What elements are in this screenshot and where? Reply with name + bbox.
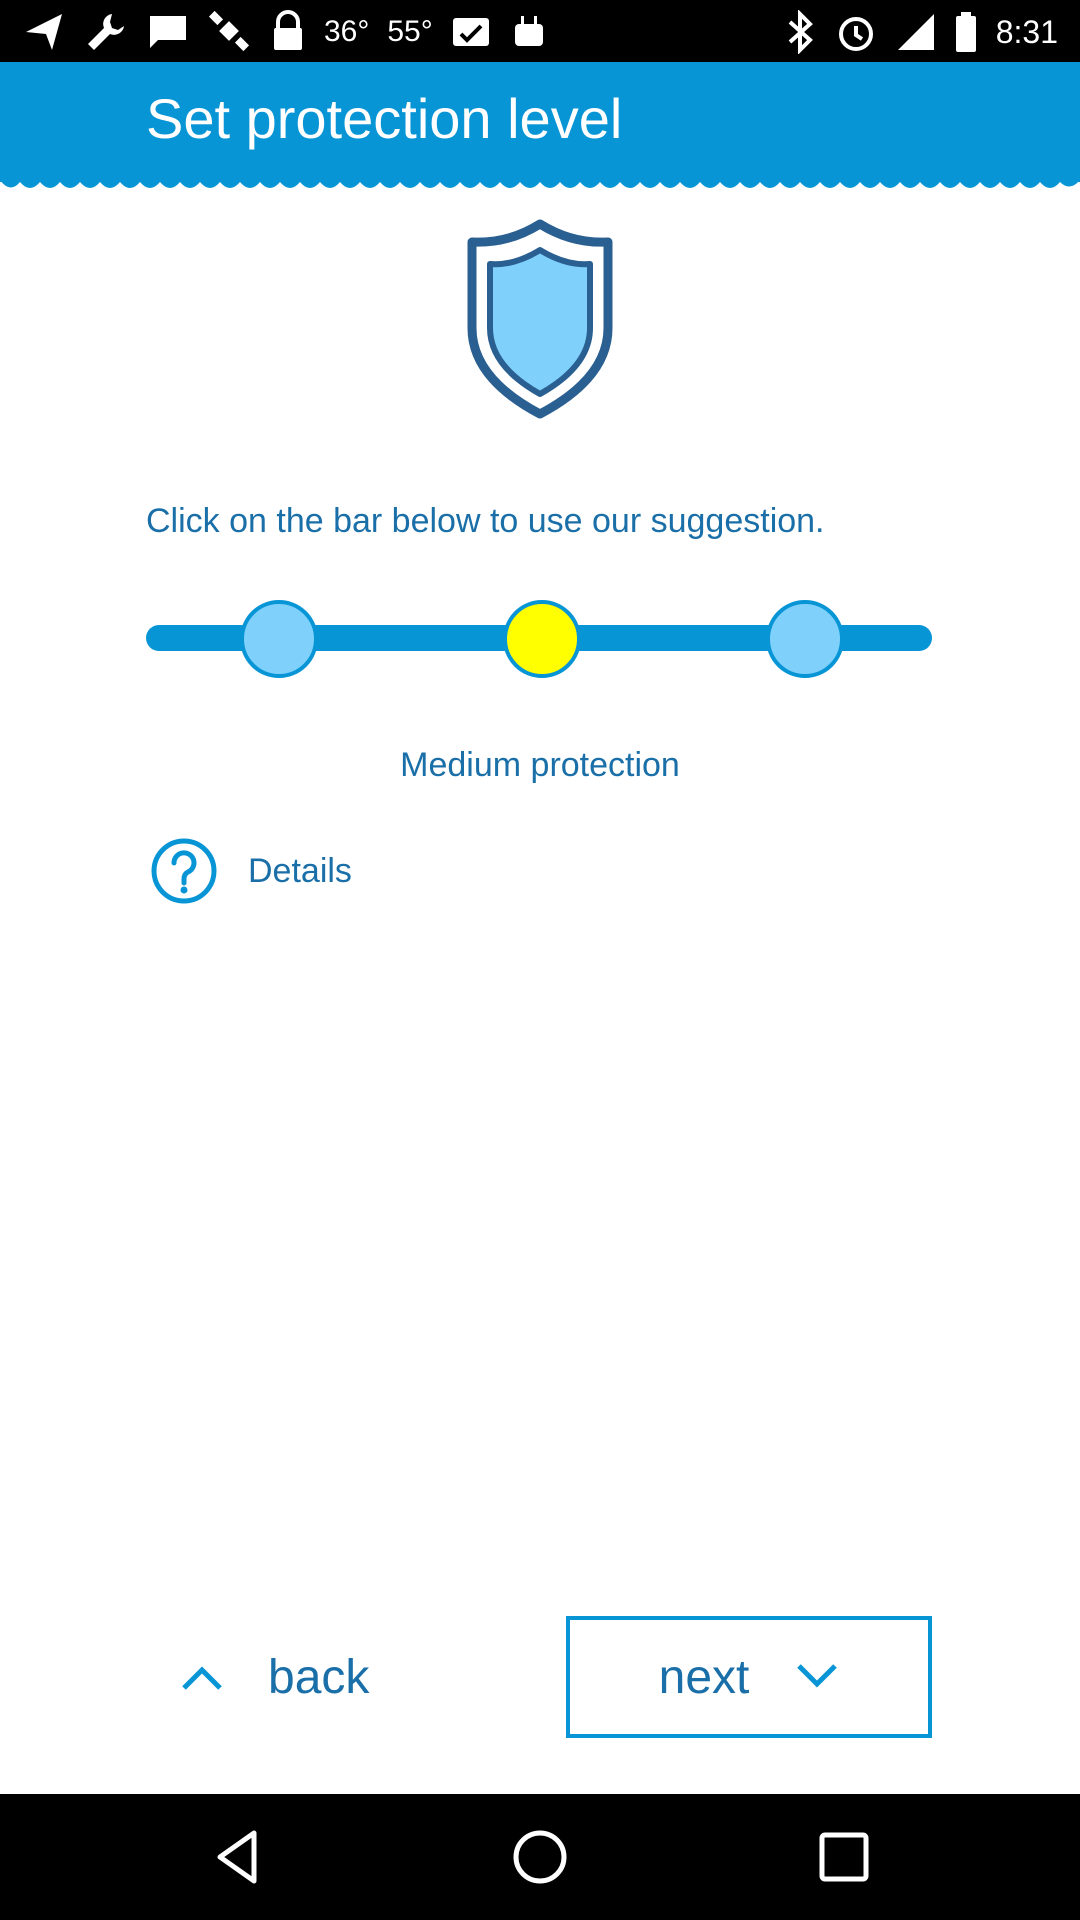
- message-icon: [150, 16, 186, 48]
- status-bar: 36° 55° 8:31: [0, 0, 1080, 62]
- alarm-icon: [838, 17, 873, 51]
- lock-icon: [274, 10, 302, 50]
- battery-icon: [955, 12, 976, 52]
- chevron-down-icon: [797, 1664, 838, 1688]
- next-label: next: [658, 1650, 750, 1704]
- header-wave-decoration: [0, 170, 1080, 188]
- clock: 8:31: [995, 13, 1058, 50]
- back-nav-icon[interactable]: [210, 1827, 270, 1887]
- temperature-2: 55°: [387, 15, 433, 48]
- app-header: Set protection level: [0, 62, 1080, 182]
- protection-level-label: Medium protection: [400, 746, 680, 784]
- home-nav-icon[interactable]: [510, 1827, 570, 1887]
- recents-nav-icon[interactable]: [814, 1827, 874, 1887]
- page-title: Set protection level: [146, 87, 623, 150]
- slider-stop-low[interactable]: [240, 600, 318, 678]
- signal-icon: [897, 14, 934, 50]
- navigation-bar: [0, 1794, 1080, 1920]
- wrench-icon: [88, 14, 124, 50]
- slider-stop-high[interactable]: [766, 600, 844, 678]
- slider-stop-medium[interactable]: [503, 600, 581, 678]
- instruction-text: Click on the bar below to use our sugges…: [146, 502, 825, 540]
- details-link[interactable]: Details: [150, 836, 352, 906]
- chevron-up-icon: [182, 1666, 222, 1690]
- shield-icon: [467, 219, 613, 419]
- navigation-icon: [26, 14, 62, 50]
- android-icon: [514, 16, 543, 46]
- back-button[interactable]: back: [180, 1616, 440, 1738]
- next-button[interactable]: next: [566, 1616, 932, 1738]
- protection-level-slider[interactable]: [146, 600, 932, 678]
- bluetooth-icon: [788, 10, 813, 54]
- image-icon: [452, 18, 489, 46]
- temperature-1: 36°: [324, 15, 370, 48]
- back-label: back: [268, 1650, 370, 1704]
- satellite-icon: [208, 10, 250, 52]
- details-label: Details: [248, 851, 352, 890]
- help-icon: [151, 838, 217, 904]
